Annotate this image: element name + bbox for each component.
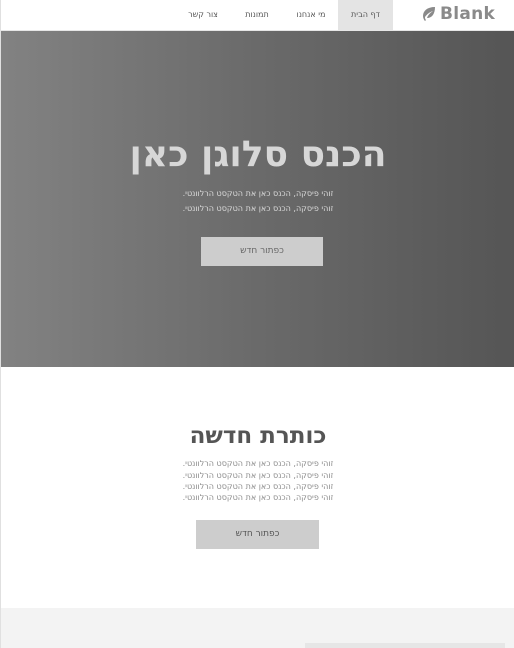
section-paragraph-line: זוהי פיסקה, הכנס כאן את הטקסט הרלוונטי. bbox=[182, 482, 334, 491]
nav-item-home[interactable]: דף הבית bbox=[338, 0, 393, 30]
hero-paragraph-line: זוהי פיסקה, הכנס כאן את הטקסט הרלוונטי. bbox=[182, 204, 334, 213]
footer-section bbox=[1, 608, 514, 648]
content-section: כותרת חדשה זוהי פיסקה, הכנס כאן את הטקסט… bbox=[1, 367, 514, 608]
section-title: כותרת חדשה bbox=[189, 423, 327, 449]
hero-section: הכנס סלוגן כאן זוהי פיסקה, הכנס כאן את ה… bbox=[1, 31, 514, 367]
section-paragraph-line: זוהי פיסקה, הכנס כאן את הטקסט הרלוונטי. bbox=[182, 493, 334, 502]
nav-item-about[interactable]: מי אנחנו bbox=[284, 0, 338, 30]
nav-item-gallery[interactable]: תמונות bbox=[230, 0, 284, 30]
section-paragraph-line: זוהי פיסקה, הכנס כאן את הטקסט הרלוונטי. bbox=[182, 459, 334, 468]
hero-title: הכנס סלוגן כאן bbox=[129, 134, 387, 175]
hero-paragraph-line: זוהי פיסקה, הכנס כאן את הטקסט הרלוונטי. bbox=[182, 189, 334, 198]
section-cta-button[interactable]: כפתור חדש bbox=[196, 520, 319, 549]
site-logo[interactable]: Blank bbox=[421, 3, 495, 25]
section-paragraph-line: זוהי פיסקה, הכנס כאן את הטקסט הרלוונטי. bbox=[182, 471, 334, 480]
leaf-icon bbox=[423, 7, 435, 21]
site-header: דף הבית מי אנחנו תמונות צור קשר Blank bbox=[1, 0, 514, 31]
nav-item-contact[interactable]: צור קשר bbox=[176, 0, 230, 30]
logo-text: Blank bbox=[440, 4, 496, 24]
page: דף הבית מי אנחנו תמונות צור קשר Blank הכ… bbox=[0, 0, 514, 648]
footer-content-box bbox=[305, 643, 505, 648]
hero-cta-button[interactable]: כפתור חדש bbox=[201, 237, 323, 266]
